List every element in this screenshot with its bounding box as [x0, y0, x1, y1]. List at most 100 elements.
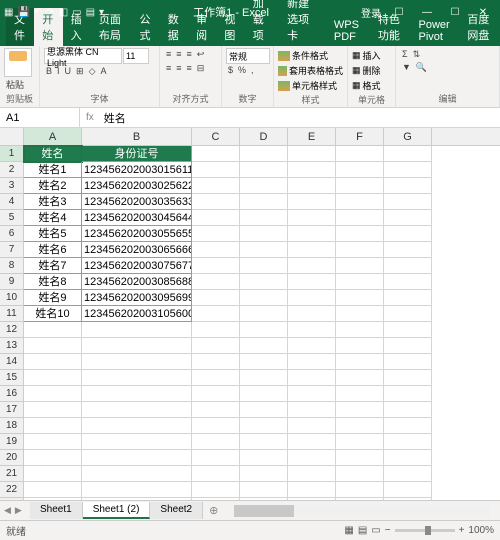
- cell-G7[interactable]: [384, 242, 432, 258]
- number-format-select[interactable]: 常规: [226, 48, 270, 64]
- cell-C5[interactable]: [192, 210, 240, 226]
- cell-A3[interactable]: 姓名2: [24, 178, 82, 194]
- font-◇-button[interactable]: ◇: [87, 65, 98, 78]
- cell-E17[interactable]: [288, 402, 336, 418]
- font-⊞-button[interactable]: ⊞: [74, 65, 86, 78]
- undo-icon[interactable]: ↶: [34, 7, 42, 18]
- cell-G12[interactable]: [384, 322, 432, 338]
- cell-E11[interactable]: [288, 306, 336, 322]
- cell-A8[interactable]: 姓名7: [24, 258, 82, 274]
- cell-F3[interactable]: [336, 178, 384, 194]
- cell-E8[interactable]: [288, 258, 336, 274]
- cell-B7[interactable]: 123456202003065666: [82, 242, 192, 258]
- select-all-button[interactable]: [0, 128, 24, 146]
- cell-C7[interactable]: [192, 242, 240, 258]
- cell-C9[interactable]: [192, 274, 240, 290]
- cell-F5[interactable]: [336, 210, 384, 226]
- align-top-icon[interactable]: ≡: [164, 48, 173, 61]
- row-header-4[interactable]: 4: [0, 194, 23, 210]
- cell-B5[interactable]: 123456202003045644: [82, 210, 192, 226]
- cell-A18[interactable]: [24, 418, 82, 434]
- formula-input[interactable]: 姓名: [100, 110, 500, 126]
- cell-A14[interactable]: [24, 354, 82, 370]
- cell-C21[interactable]: [192, 466, 240, 482]
- cell-A22[interactable]: [24, 482, 82, 498]
- cell-G19[interactable]: [384, 434, 432, 450]
- row-header-1[interactable]: 1: [0, 146, 23, 162]
- cell-B12[interactable]: [82, 322, 192, 338]
- cell-D9[interactable]: [240, 274, 288, 290]
- cell-E1[interactable]: [288, 146, 336, 162]
- cell-D7[interactable]: [240, 242, 288, 258]
- cell-D10[interactable]: [240, 290, 288, 306]
- align-right-icon[interactable]: ≡: [185, 62, 194, 75]
- cell-G10[interactable]: [384, 290, 432, 306]
- cell-E3[interactable]: [288, 178, 336, 194]
- cell-C6[interactable]: [192, 226, 240, 242]
- tab-加载项[interactable]: 加载项: [245, 0, 279, 46]
- percent-icon[interactable]: %: [236, 64, 248, 76]
- cell-F11[interactable]: [336, 306, 384, 322]
- tab-页面布局[interactable]: 页面布局: [91, 8, 132, 46]
- cell-G2[interactable]: [384, 162, 432, 178]
- cell-D3[interactable]: [240, 178, 288, 194]
- row-header-20[interactable]: 20: [0, 450, 23, 466]
- cell-F18[interactable]: [336, 418, 384, 434]
- cells-area[interactable]: 姓名身份证号姓名1123456202003015611姓名21234562020…: [24, 146, 500, 500]
- cell-E19[interactable]: [288, 434, 336, 450]
- cell-F1[interactable]: [336, 146, 384, 162]
- cell-G14[interactable]: [384, 354, 432, 370]
- cell-D5[interactable]: [240, 210, 288, 226]
- cell-C2[interactable]: [192, 162, 240, 178]
- align-center-icon[interactable]: ≡: [174, 62, 183, 75]
- cell-G8[interactable]: [384, 258, 432, 274]
- cell-D15[interactable]: [240, 370, 288, 386]
- cell-A5[interactable]: 姓名4: [24, 210, 82, 226]
- row-header-18[interactable]: 18: [0, 418, 23, 434]
- cell-D11[interactable]: [240, 306, 288, 322]
- cell-D1[interactable]: [240, 146, 288, 162]
- cell-F4[interactable]: [336, 194, 384, 210]
- cell-G11[interactable]: [384, 306, 432, 322]
- cell-A21[interactable]: [24, 466, 82, 482]
- cell-G1[interactable]: [384, 146, 432, 162]
- cell-F14[interactable]: [336, 354, 384, 370]
- row-header-7[interactable]: 7: [0, 242, 23, 258]
- cell-B21[interactable]: [82, 466, 192, 482]
- cell-D19[interactable]: [240, 434, 288, 450]
- cell-E13[interactable]: [288, 338, 336, 354]
- cell-B10[interactable]: 123456202003095699: [82, 290, 192, 306]
- cell-F20[interactable]: [336, 450, 384, 466]
- font-B-button[interactable]: B: [44, 65, 54, 78]
- tab-Power Pivot[interactable]: Power Pivot: [411, 16, 460, 46]
- row-header-3[interactable]: 3: [0, 178, 23, 194]
- tab-新建选项卡[interactable]: 新建选项卡: [279, 0, 326, 46]
- cell-B3[interactable]: 123456202003025622: [82, 178, 192, 194]
- sheet-nav-next-icon[interactable]: ▶: [15, 505, 22, 516]
- cell-A17[interactable]: [24, 402, 82, 418]
- cell-D14[interactable]: [240, 354, 288, 370]
- format-cells-button[interactable]: ▦ 格式: [352, 78, 391, 93]
- col-header-F[interactable]: F: [336, 128, 384, 145]
- view-layout-icon[interactable]: ▤: [358, 525, 367, 536]
- cell-F15[interactable]: [336, 370, 384, 386]
- cell-B4[interactable]: 123456202003035633: [82, 194, 192, 210]
- cell-B8[interactable]: 123456202003075677: [82, 258, 192, 274]
- cell-D2[interactable]: [240, 162, 288, 178]
- cell-E6[interactable]: [288, 226, 336, 242]
- cell-G9[interactable]: [384, 274, 432, 290]
- cell-E22[interactable]: [288, 482, 336, 498]
- fill-icon[interactable]: ▼: [400, 61, 413, 74]
- cell-C12[interactable]: [192, 322, 240, 338]
- cell-E7[interactable]: [288, 242, 336, 258]
- cell-C14[interactable]: [192, 354, 240, 370]
- sort-icon[interactable]: ⇅: [411, 48, 423, 61]
- cell-D13[interactable]: [240, 338, 288, 354]
- cell-A4[interactable]: 姓名3: [24, 194, 82, 210]
- tab-数据[interactable]: 数据: [160, 8, 188, 46]
- cell-F22[interactable]: [336, 482, 384, 498]
- cell-E15[interactable]: [288, 370, 336, 386]
- zoom-slider[interactable]: [395, 529, 455, 532]
- cell-E16[interactable]: [288, 386, 336, 402]
- cell-A11[interactable]: 姓名10: [24, 306, 82, 322]
